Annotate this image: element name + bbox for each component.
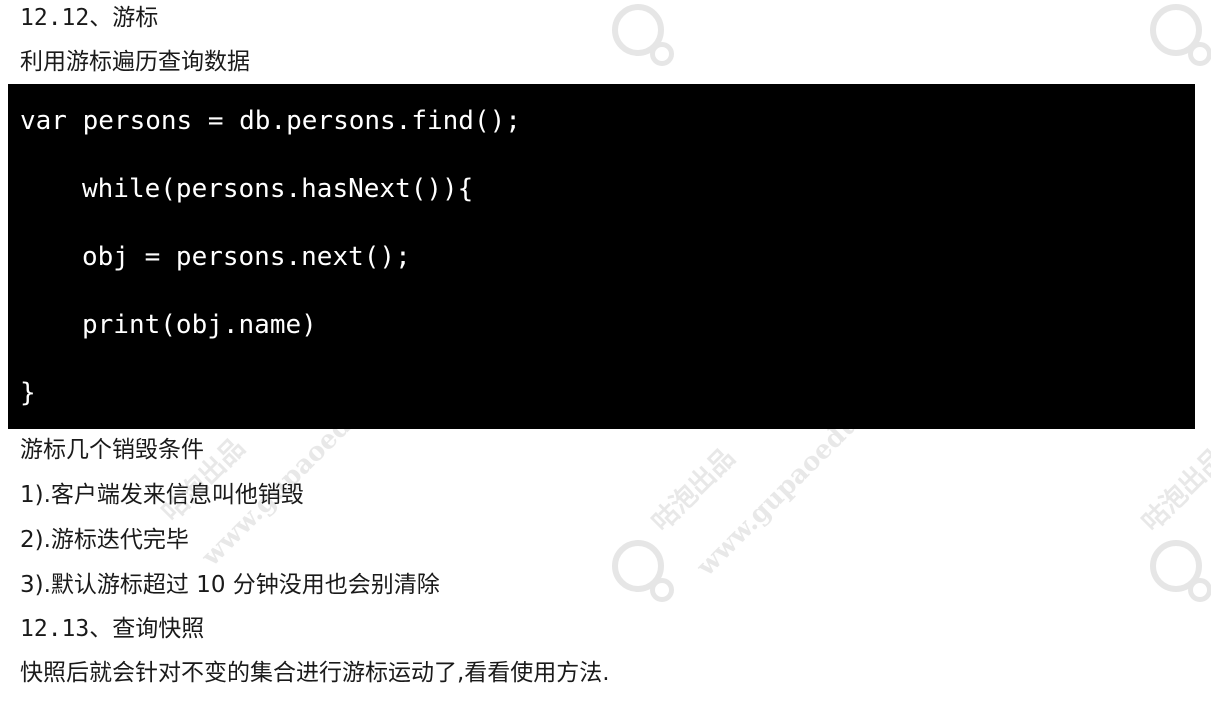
code-line: var persons = db.persons.find();: [20, 106, 521, 136]
watermark-text: 咕泡出品: [1136, 442, 1211, 538]
section-heading: 12.12、游标: [20, 5, 159, 31]
list-item: 3).默认游标超过 10 分钟没用也会别清除: [20, 572, 440, 598]
code-line: while(persons.hasNext()){: [82, 174, 474, 204]
list-item: 1).客户端发来信息叫他销毁: [20, 482, 304, 508]
code-block: var persons = db.persons.find(); while(p…: [8, 84, 1195, 429]
watermark-logo-icon: [612, 4, 674, 66]
conditions-title: 游标几个销毁条件: [20, 437, 204, 463]
list-item: 2).游标迭代完毕: [20, 527, 189, 553]
watermark-url: www.gupaoedu: [691, 407, 866, 583]
code-line: print(obj.name): [82, 310, 317, 340]
watermark-logo-icon: [1150, 4, 1211, 66]
section-heading: 12.13、查询快照: [20, 616, 205, 642]
intro-text: 利用游标遍历查询数据: [20, 49, 250, 75]
snapshot-text: 快照后就会针对不变的集合进行游标运动了,看看使用方法.: [20, 660, 610, 686]
watermark-logo-icon: [612, 540, 674, 602]
code-line: obj = persons.next();: [82, 242, 411, 272]
watermark-logo-icon: [1150, 540, 1211, 602]
code-line: }: [20, 378, 36, 408]
